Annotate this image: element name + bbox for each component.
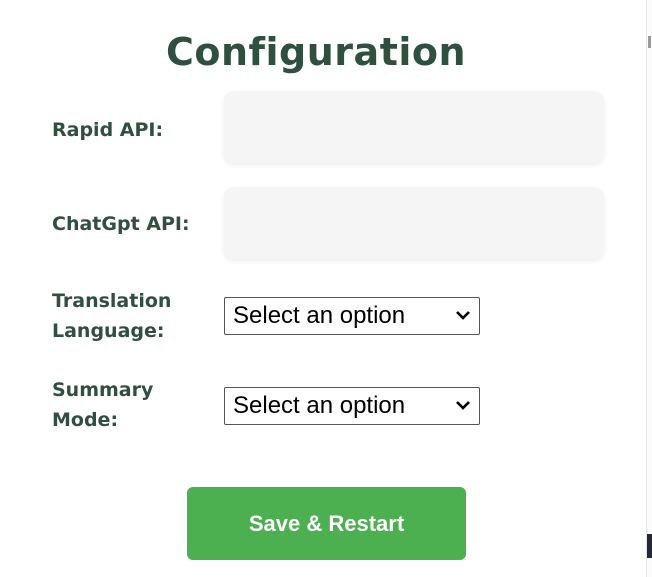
chatgpt-api-input[interactable]	[224, 187, 604, 259]
chevron-down-icon	[456, 401, 470, 410]
window-edge-tick	[648, 36, 651, 48]
summary-mode-select[interactable]: Select an option	[224, 387, 480, 425]
translation-language-selected: Select an option	[233, 302, 406, 329]
translation-language-label: Translation Language:	[52, 286, 171, 346]
translation-language-label-line1: Translation	[52, 290, 172, 312]
summary-mode-label-line1: Summary	[52, 379, 154, 401]
window-edge	[646, 0, 652, 577]
save-restart-button[interactable]: Save & Restart	[187, 487, 466, 560]
translation-language-select[interactable]: Select an option	[224, 297, 480, 335]
rapid-api-label: Rapid API:	[52, 119, 164, 141]
page-title: Configuration	[165, 30, 467, 74]
summary-mode-label-line2: Mode:	[52, 409, 119, 431]
rapid-api-input[interactable]	[224, 91, 604, 163]
chatgpt-api-label: ChatGpt API:	[52, 213, 190, 235]
summary-mode-selected: Select an option	[233, 392, 406, 419]
summary-mode-label: Summary Mode:	[52, 375, 153, 435]
chevron-down-icon	[456, 311, 470, 320]
configuration-panel: Configuration Rapid API: ChatGpt API: Tr…	[0, 0, 652, 577]
translation-language-label-line2: Language:	[52, 320, 165, 342]
window-edge-mark	[647, 534, 652, 558]
